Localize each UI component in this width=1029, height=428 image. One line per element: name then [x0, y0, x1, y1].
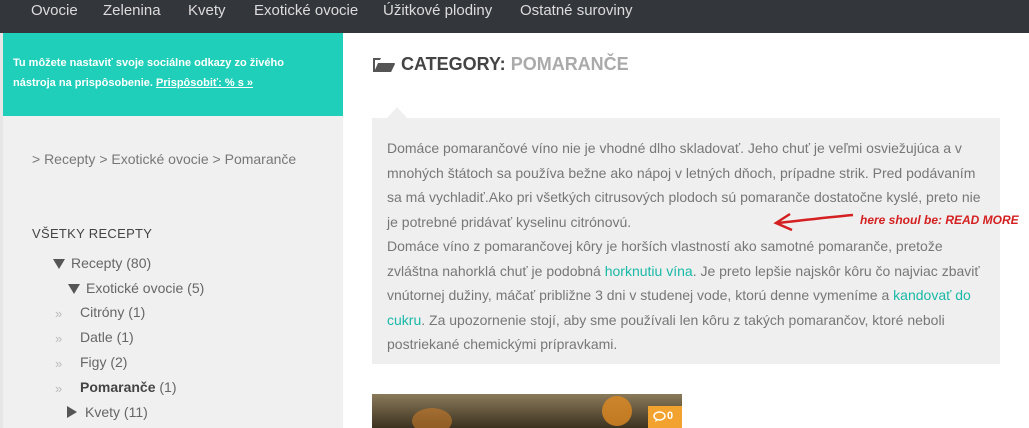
post-thumbnail[interactable] [372, 394, 682, 428]
folder-open-icon [373, 58, 395, 72]
tree-item-label: Exotické ovocie (5) [86, 280, 205, 296]
widget-title: VŠETKY RECEPTY [32, 226, 153, 241]
tree-item-count: (1) [159, 379, 177, 395]
tree-item-label: Kvety (11) [85, 404, 148, 420]
excerpt-paragraph-2c: . Za upozornenie stojí, aby sme používal… [387, 311, 945, 353]
expand-down-icon[interactable] [68, 284, 80, 294]
comment-count: 0 [667, 410, 674, 422]
social-links-notice: Tu môžete nastaviť svoje sociálne odkazy… [3, 33, 343, 116]
comment-icon [653, 411, 666, 422]
nav-item-exoticke-ovocie[interactable]: Exotické ovocie [254, 2, 358, 19]
category-name: POMARANČE [510, 54, 629, 74]
nav-item-zelenina[interactable]: Zelenina [103, 2, 161, 19]
tree-item-datle[interactable]: Datle (1) [80, 329, 134, 345]
annotation-arrow-icon [773, 212, 854, 232]
expand-right-icon[interactable] [67, 406, 77, 418]
comment-count-badge[interactable]: 0 [648, 406, 682, 428]
tree-item-citrony[interactable]: Citróny (1) [80, 304, 145, 320]
top-navigation: Ovocie Zelenina Kvety Exotické ovocie Úž… [0, 0, 1029, 33]
bullet-icon: » [55, 381, 63, 396]
category-prefix: CATEGORY: [401, 54, 506, 74]
tree-item-recepty[interactable]: Recepty (80) [53, 255, 151, 271]
tree-item-exoticke-ovocie[interactable]: Exotické ovocie (5) [68, 280, 204, 296]
link-horknutiu-vina[interactable]: horknutiu vína [605, 263, 693, 279]
nav-item-uzitkove-plodiny[interactable]: Úžitkové plodiny [383, 2, 492, 19]
category-title: CATEGORY: POMARANČE [401, 54, 629, 75]
breadcrumb[interactable]: > Recepty > Exotické ovocie > Pomaranče [32, 151, 296, 167]
post-excerpt: Domáce pomarančové víno nie je vhodné dl… [372, 118, 1000, 364]
excerpt-text: Domáce pomarančové víno nie je vhodné dl… [387, 136, 993, 357]
nav-item-kvety[interactable]: Kvety [188, 2, 226, 19]
customize-link[interactable]: Prispôsobiť: % s » [156, 77, 253, 89]
nav-item-ostatne-suroviny[interactable]: Ostatné suroviny [520, 2, 633, 19]
excerpt-pointer [387, 107, 407, 118]
tree-item-label-current: Pomaranče [80, 379, 156, 395]
bullet-icon: » [55, 306, 63, 321]
notice-text: Tu môžete nastaviť svoje sociálne odkazy… [13, 53, 328, 93]
tree-item-kvety[interactable]: Kvety (11) [67, 404, 148, 420]
nav-item-ovocie[interactable]: Ovocie [31, 2, 78, 19]
annotation-text: here shoul be: READ MORE [860, 213, 1019, 227]
tree-item-pomarance[interactable]: Pomaranče (1) [80, 379, 177, 395]
tree-item-label: Recepty (80) [71, 255, 152, 271]
bullet-icon: » [55, 356, 63, 371]
tree-item-figy[interactable]: Figy (2) [80, 354, 127, 370]
expand-down-icon[interactable] [53, 259, 65, 269]
bullet-icon: » [55, 331, 63, 346]
